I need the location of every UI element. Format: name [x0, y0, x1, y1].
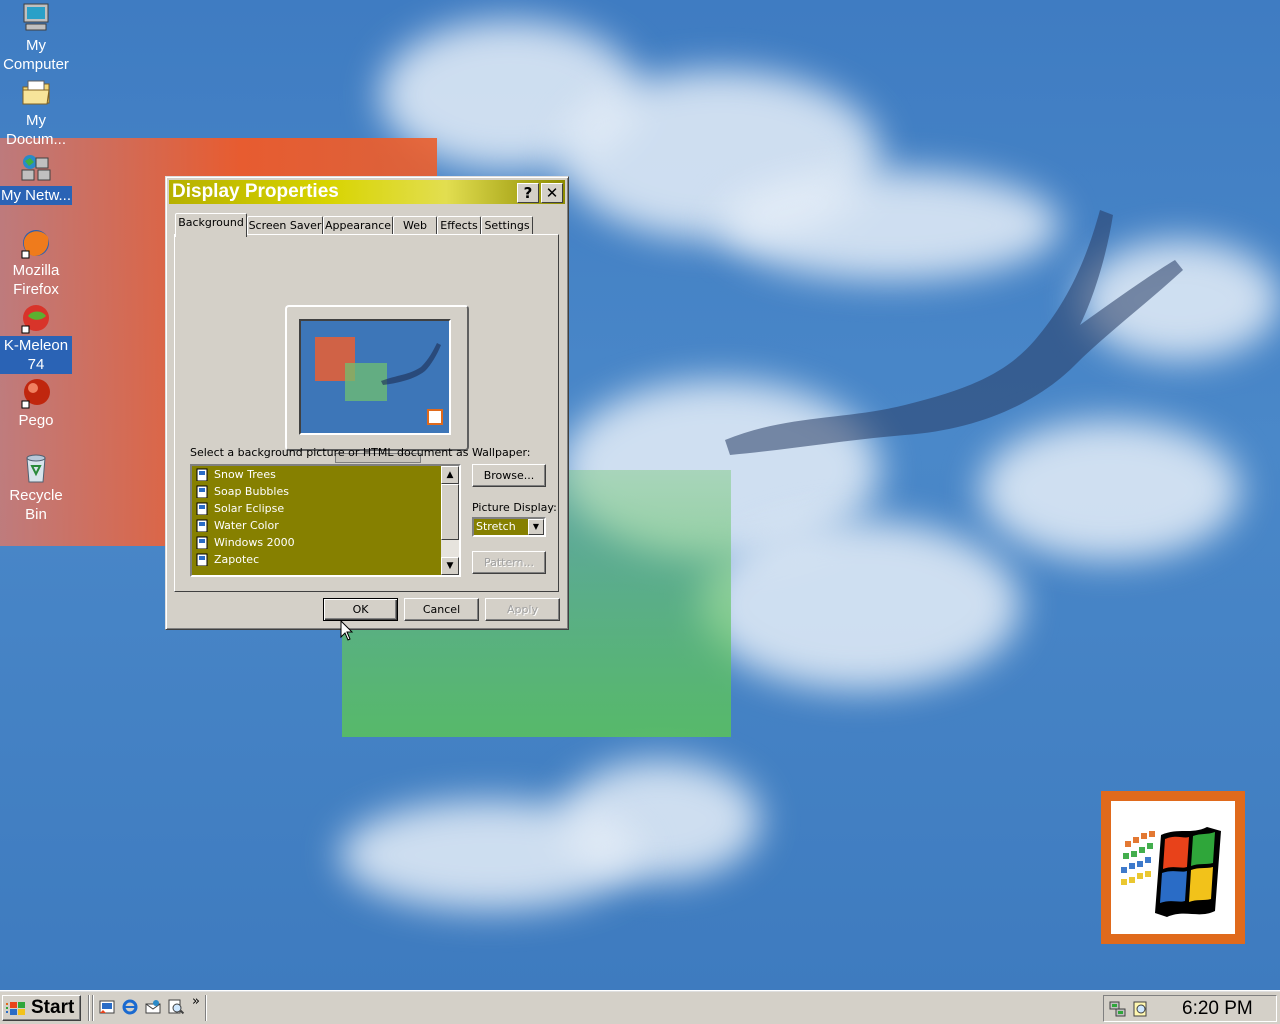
firefox-icon: [20, 227, 52, 259]
wallpaper-list[interactable]: Snow Trees Soap Bubbles Solar Eclipse Wa…: [190, 464, 461, 577]
list-item[interactable]: Water Color: [194, 517, 438, 534]
list-item-label: Water Color: [214, 519, 279, 532]
dialog-title: Display Properties: [172, 181, 339, 202]
taskbar-separator: [205, 995, 207, 1021]
list-item-label: Soap Bubbles: [214, 485, 289, 498]
browse-button[interactable]: Browse...: [472, 464, 546, 487]
list-scrollbar[interactable]: ▲ ▼: [441, 466, 459, 575]
my-documents-icon: [20, 77, 52, 109]
list-item[interactable]: Solar Eclipse: [194, 500, 438, 517]
list-item[interactable]: Zapotec: [194, 551, 438, 568]
mouse-cursor-icon: [340, 620, 354, 641]
k-meleon-icon: [20, 302, 52, 334]
taskbar-clock[interactable]: 6:20 PM: [1182, 996, 1253, 1022]
tab-appearance[interactable]: Appearance: [323, 216, 393, 235]
diver-silhouette: [725, 210, 1183, 455]
tab-settings[interactable]: Settings: [481, 216, 533, 235]
list-item-label: Windows 2000: [214, 536, 295, 549]
wallpaper-file-icon: [196, 468, 208, 481]
desktop-icon-label: Recycle Bin: [9, 487, 63, 523]
scroll-down-arrow-icon[interactable]: ▼: [441, 557, 459, 575]
internet-explorer-icon[interactable]: [121, 998, 139, 1016]
start-button[interactable]: Start: [2, 995, 81, 1021]
taskbar: Start » 6:20 PM: [0, 990, 1280, 1024]
desktop-icon-k-meleon[interactable]: K-Meleon 74: [0, 302, 72, 374]
close-button[interactable]: ✕: [541, 183, 563, 203]
desktop-icon-pego[interactable]: Pego: [0, 377, 72, 430]
desktop-icon-firefox[interactable]: Mozilla Firefox: [0, 227, 72, 299]
help-button[interactable]: ?: [517, 183, 539, 203]
desktop-icon-label: My Computer: [3, 37, 69, 73]
picture-display-value: Stretch: [476, 520, 516, 533]
cancel-button[interactable]: Cancel: [404, 598, 479, 621]
desktop-icon-label: Mozilla Firefox: [12, 262, 60, 298]
quick-launch-overflow[interactable]: »: [192, 994, 200, 1009]
wallpaper-preview: [299, 319, 451, 435]
windows-flag-icon: [6, 1002, 25, 1015]
wallpaper-file-icon: [196, 485, 208, 498]
desktop-icon-my-documents[interactable]: My Docum...: [0, 77, 72, 149]
taskbar-separator: [88, 995, 90, 1021]
taskbar-separator: [92, 995, 94, 1021]
list-item[interactable]: Snow Trees: [194, 466, 438, 483]
desktop-icon-label: K-Meleon 74: [0, 336, 72, 374]
tab-web[interactable]: Web: [393, 216, 437, 235]
list-item-label: Snow Trees: [214, 468, 276, 481]
desktop-icon-my-network[interactable]: My Netw...: [0, 152, 72, 205]
show-desktop-icon[interactable]: [98, 998, 116, 1016]
wallpaper-file-icon: [196, 519, 208, 532]
background-tab-panel: Select a background picture or HTML docu…: [174, 234, 559, 592]
windows-2000-logo: [1101, 791, 1245, 944]
scroll-thumb[interactable]: [441, 484, 459, 540]
search-icon[interactable]: [167, 998, 185, 1016]
pattern-button[interactable]: Pattern...: [472, 551, 546, 574]
my-computer-icon: [20, 2, 52, 34]
wallpaper-file-icon: [196, 536, 208, 549]
outlook-express-icon[interactable]: [144, 998, 162, 1016]
recycle-bin-icon: [20, 452, 52, 484]
picture-display-label: Picture Display:: [472, 501, 557, 514]
tab-background[interactable]: Background: [175, 213, 247, 237]
picture-display-select[interactable]: Stretch ▼: [472, 517, 546, 537]
dialog-titlebar[interactable]: Display Properties ? ✕: [169, 180, 565, 204]
pego-icon: [20, 377, 52, 409]
desktop-icon-label: My Docum...: [5, 112, 66, 148]
list-item-label: Zapotec: [214, 553, 260, 566]
tab-effects[interactable]: Effects: [437, 216, 481, 235]
list-item-label: Solar Eclipse: [214, 502, 285, 515]
wallpaper-file-icon: [196, 553, 208, 566]
search-tray-icon[interactable]: [1131, 1000, 1151, 1018]
desktop-icon-recycle-bin[interactable]: Recycle Bin: [0, 452, 72, 524]
scroll-up-arrow-icon[interactable]: ▲: [441, 466, 459, 484]
tab-screen-saver[interactable]: Screen Saver: [247, 216, 323, 235]
start-label: Start: [31, 997, 75, 1018]
list-item[interactable]: Soap Bubbles: [194, 483, 438, 500]
network-tray-icon[interactable]: [1108, 1000, 1128, 1018]
desktop-icon-my-computer[interactable]: My Computer: [0, 2, 72, 74]
system-tray: 6:20 PM: [1103, 995, 1277, 1022]
wallpaper-prompt: Select a background picture or HTML docu…: [190, 446, 531, 459]
apply-button[interactable]: Apply: [485, 598, 560, 621]
wallpaper-file-icon: [196, 502, 208, 515]
desktop-icon-label: My Netw...: [0, 186, 72, 205]
list-item[interactable]: Windows 2000: [194, 534, 438, 551]
monitor-preview: [285, 305, 469, 451]
chevron-down-icon[interactable]: ▼: [528, 519, 544, 535]
my-network-icon: [20, 152, 52, 184]
desktop-icon-label: Pego: [18, 412, 54, 429]
display-properties-dialog: Display Properties ? ✕ Background Screen…: [165, 176, 569, 630]
ok-button[interactable]: OK: [323, 598, 398, 621]
